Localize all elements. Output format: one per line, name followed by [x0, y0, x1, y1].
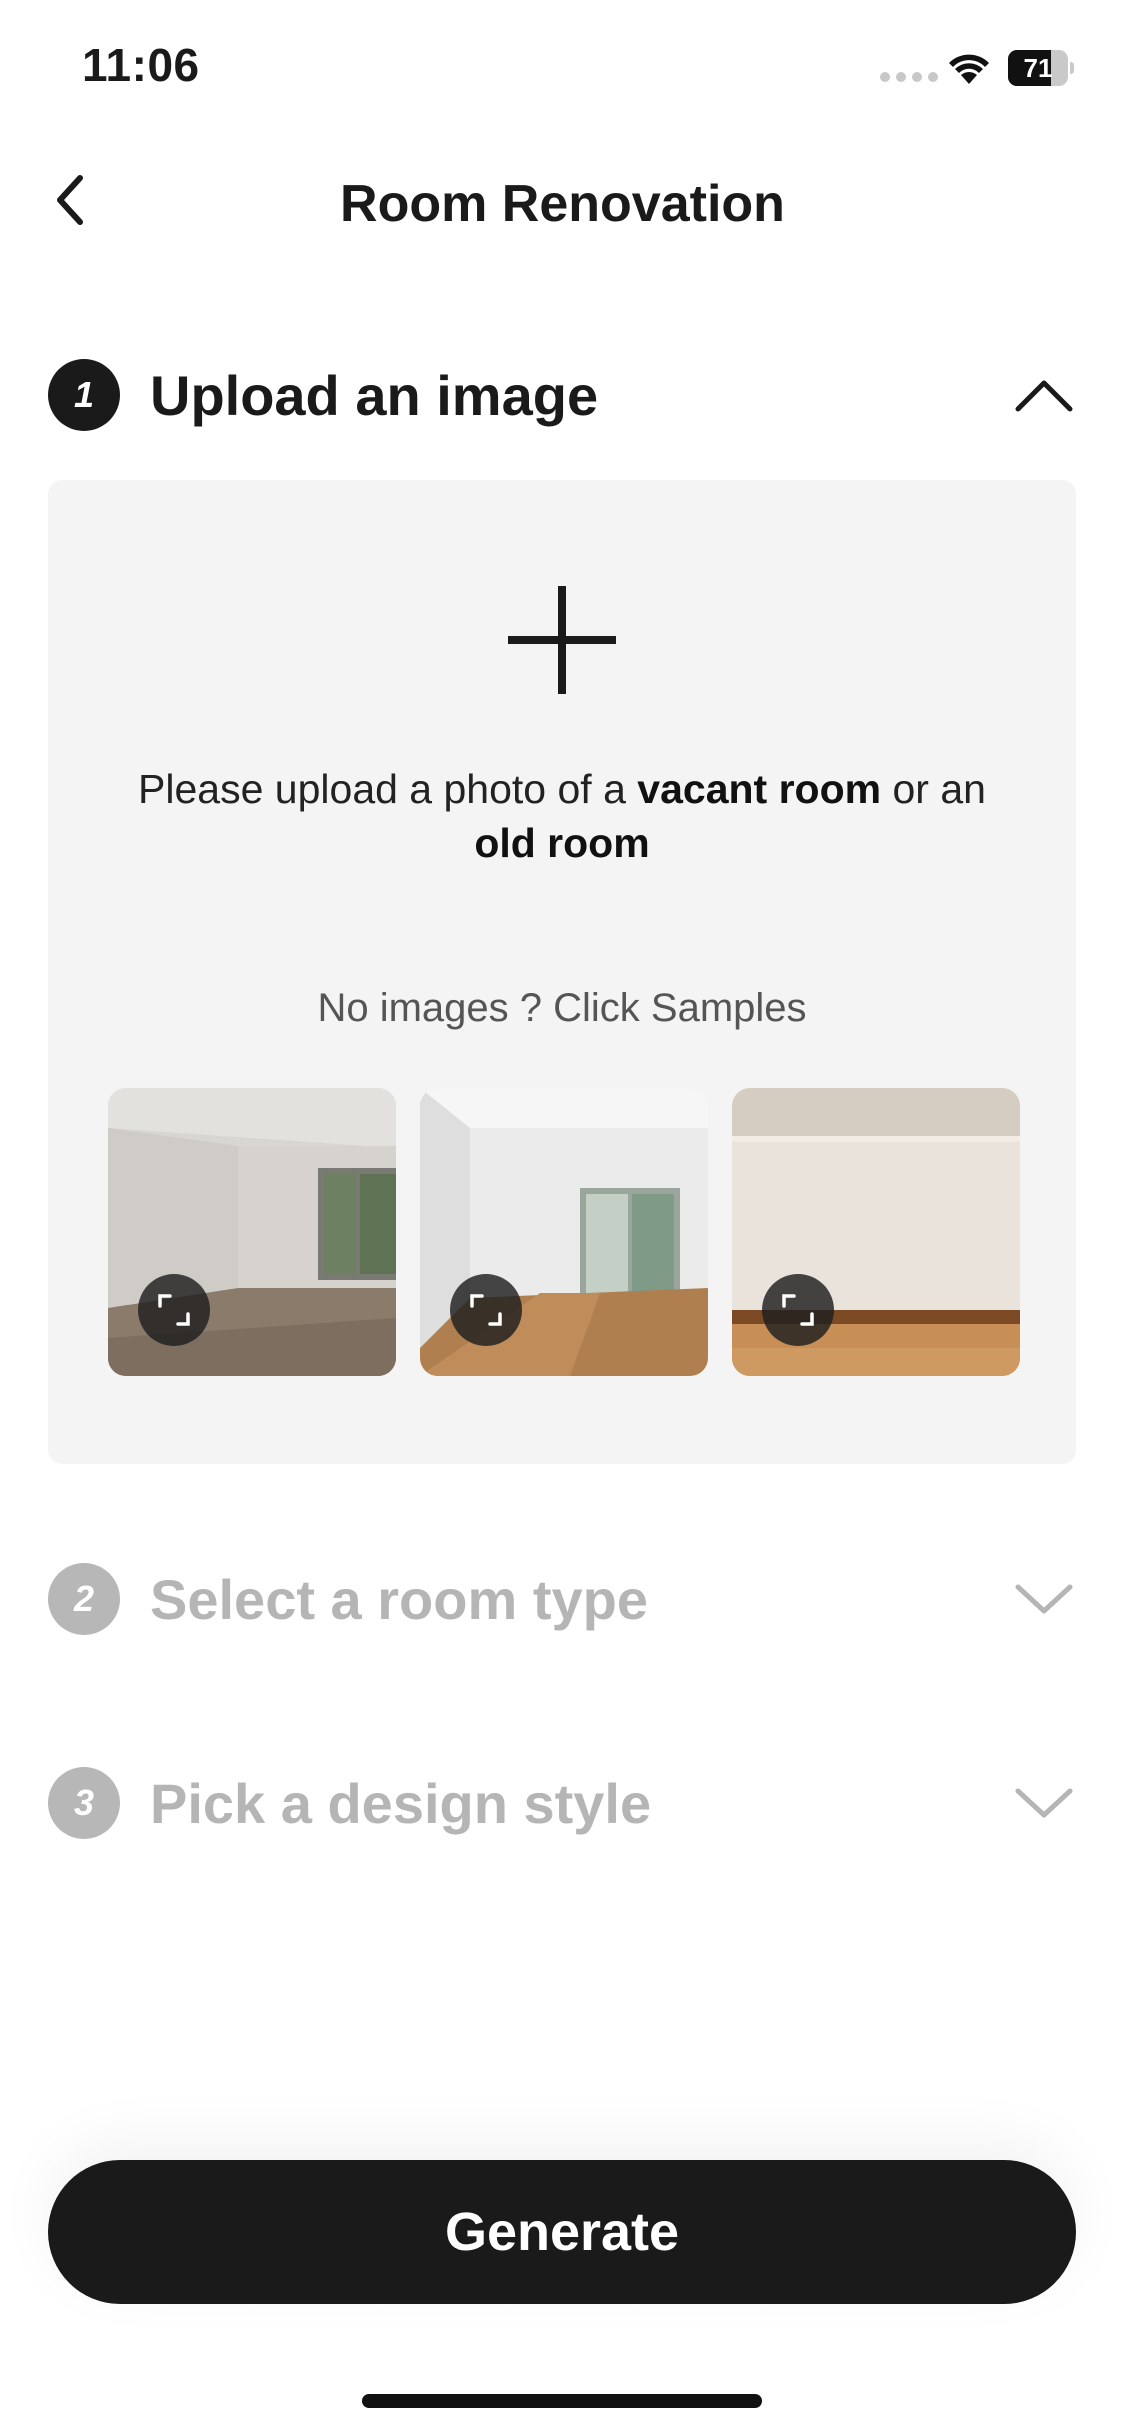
instruction-emphasis: old room [474, 820, 650, 866]
chevron-down-icon[interactable] [1012, 1567, 1076, 1631]
battery-level: 71 [1023, 53, 1053, 83]
step-title: Pick a design style [150, 1771, 652, 1835]
samples-row [108, 1088, 1020, 1376]
step-title: Upload an image [150, 363, 599, 427]
status-time: 11:06 [82, 39, 200, 91]
generate-button[interactable]: Generate [48, 2160, 1076, 2304]
sample-room-1[interactable] [108, 1088, 396, 1376]
expand-icon[interactable] [450, 1274, 522, 1346]
step-upload-header[interactable]: 1 Upload an image [48, 350, 1076, 440]
chevron-up-icon[interactable] [1012, 363, 1076, 427]
battery-icon: 71 [1008, 50, 1074, 86]
expand-icon[interactable] [762, 1274, 834, 1346]
home-indicator[interactable] [362, 2394, 762, 2408]
instruction-emphasis: vacant room [637, 766, 882, 812]
chevron-down-icon[interactable] [1012, 1771, 1076, 1835]
status-bar: 11:06 71 [0, 0, 1125, 130]
step-room-type-header[interactable]: 2 Select a room type [48, 1554, 1076, 1644]
step-design-style-header[interactable]: 3 Pick a design style [48, 1758, 1076, 1848]
nav-bar: Room Renovation [0, 140, 1125, 260]
expand-icon[interactable] [138, 1274, 210, 1346]
cellular-signal-icon [880, 72, 938, 82]
sample-room-2[interactable] [420, 1088, 708, 1376]
step-number-badge: 3 [48, 1767, 120, 1839]
add-photo-button[interactable] [502, 580, 622, 700]
upload-instructions: Please upload a photo of a vacant room o… [138, 766, 986, 866]
sample-room-3[interactable] [732, 1088, 1020, 1376]
step-title: Select a room type [150, 1567, 648, 1631]
samples-hint: No images ? Click Samples [317, 986, 807, 1030]
upload-panel[interactable]: Please upload a photo of a vacant room o… [48, 480, 1076, 1464]
wifi-icon [949, 54, 989, 84]
page-title: Room Renovation [340, 175, 785, 233]
step-number-badge: 1 [48, 359, 120, 431]
plus-icon [508, 586, 616, 694]
step-number-badge: 2 [48, 1563, 120, 1635]
